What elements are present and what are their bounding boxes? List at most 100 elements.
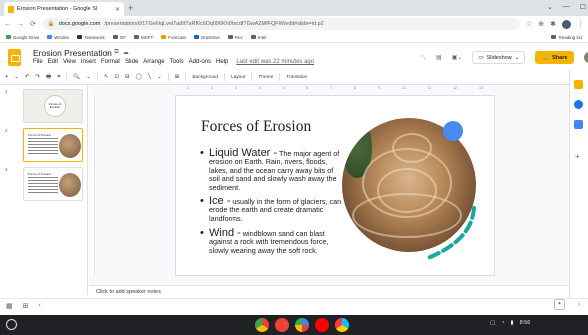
collapse-filmstrip-icon[interactable]: ‹	[39, 302, 41, 310]
theme-button[interactable]: Theme	[258, 75, 273, 80]
cloud-status-icon[interactable]: ☁	[123, 49, 129, 56]
forward-icon[interactable]: →	[17, 21, 24, 28]
add-on-plus-icon[interactable]: +	[575, 152, 580, 161]
transition-button[interactable]: Transition	[286, 75, 307, 80]
gmail-icon[interactable]	[275, 318, 289, 332]
new-tab-button[interactable]: +	[128, 3, 133, 13]
comment-add-icon[interactable]: ⊞	[175, 74, 180, 80]
comments-icon[interactable]: ▤	[436, 54, 442, 61]
reading-list[interactable]: Reading list	[551, 35, 582, 40]
extension-icon[interactable]: ⊕	[538, 20, 544, 28]
speaker-notes[interactable]: Click to add speaker notes	[89, 285, 569, 299]
move-icon[interactable]: ⧉	[114, 49, 118, 56]
tab-close-icon[interactable]: ✕	[115, 6, 120, 13]
new-slide-icon[interactable]: +	[5, 74, 8, 80]
browser-tab[interactable]: Erosion Presentation - Google Sl ✕	[4, 2, 124, 16]
menu-format[interactable]: Format	[101, 59, 120, 65]
tab-search-icon[interactable]: ⌄	[547, 3, 553, 11]
activity-icon[interactable]: 〽	[420, 53, 426, 62]
background-button[interactable]: Background	[192, 75, 218, 80]
back-icon[interactable]: ←	[4, 21, 11, 28]
slide-number: 2	[5, 128, 8, 133]
bullet-ice[interactable]: • Ice - usually in the form of glaciers,…	[200, 196, 342, 223]
bookmark-windex[interactable]: Windex	[47, 35, 69, 40]
menu-addons[interactable]: Add-ons	[189, 59, 211, 65]
star-icon[interactable]: ☆	[105, 49, 110, 56]
bookmark-google-drive[interactable]: Google Drive	[6, 35, 39, 40]
tasks-icon[interactable]	[574, 100, 583, 109]
shape-icon[interactable]: ◯	[136, 74, 142, 80]
last-edit-link[interactable]: Last edit was 22 minutes ago	[236, 59, 314, 65]
bookmark-forecast[interactable]: Forecast	[161, 35, 186, 40]
filmstrip-view-icon[interactable]: ▦	[6, 302, 13, 310]
redo-icon[interactable]: ↷	[35, 74, 40, 80]
slides-logo-icon[interactable]	[8, 49, 21, 66]
menu-edit[interactable]: Edit	[48, 59, 58, 65]
document-title[interactable]: Erosion Presentation	[33, 48, 112, 58]
new-slide-chevron-icon[interactable]: ⌄	[14, 74, 19, 80]
image-icon[interactable]: ⊟	[125, 74, 130, 80]
menu-view[interactable]: View	[63, 59, 76, 65]
textbox-icon[interactable]: ⊡	[114, 74, 119, 80]
line-icon[interactable]: ╲	[148, 74, 151, 80]
bookmark-star-icon[interactable]: ☆	[526, 20, 532, 28]
profile-avatar[interactable]	[562, 19, 571, 29]
ruler-tick: 9	[377, 86, 380, 90]
zoom-chevron-icon[interactable]: ⌄	[86, 74, 91, 80]
menu-tools[interactable]: Tools	[170, 59, 184, 65]
meet-icon[interactable]: ▣⌄	[452, 54, 463, 61]
zoom-icon[interactable]: 🔍	[73, 74, 80, 80]
header-actions: 〽 ▤ ▣⌄ ▭ Slideshow ⌄ 🔒 Share	[420, 51, 588, 64]
slide-thumbnail-3[interactable]: Forces of Erosion	[23, 167, 83, 201]
share-button[interactable]: 🔒 Share	[535, 51, 575, 64]
select-icon[interactable]: ↖	[104, 74, 109, 80]
user-avatar[interactable]	[584, 52, 588, 63]
bookmark-intel[interactable]: Intel	[250, 35, 266, 40]
bookmark-onedrive[interactable]: OneDrive	[193, 35, 220, 40]
bookmark-msft[interactable]: MSFT	[134, 35, 153, 40]
browser-menu-icon[interactable]: ⋮	[577, 20, 584, 28]
youtube-icon[interactable]	[315, 318, 329, 332]
menu-bar: File Edit View Insert Format Slide Arran…	[33, 59, 314, 65]
url-input[interactable]: 🔒 docs.google.com/presentation/d/1TGeNqL…	[41, 18, 520, 30]
thumbnail-text-lines	[28, 177, 58, 195]
speaker-notes-placeholder: Click to add speaker notes	[96, 289, 161, 295]
menu-file[interactable]: File	[33, 59, 43, 65]
menu-help[interactable]: Help	[216, 59, 228, 65]
system-tray[interactable]: ▢ ◔ ▮ 8:56	[490, 320, 530, 326]
expand-panel-icon[interactable]: ›	[578, 302, 580, 308]
bullet-liquid-water[interactable]: • Liquid Water - The major agent of eros…	[200, 148, 342, 192]
slide-title[interactable]: Forces of Erosion	[201, 118, 311, 136]
contacts-icon[interactable]	[574, 120, 583, 129]
menu-insert[interactable]: Insert	[81, 59, 96, 65]
menu-slide[interactable]: Slide	[125, 59, 138, 65]
photos-icon[interactable]	[295, 318, 309, 332]
reload-icon[interactable]: ⟳	[30, 20, 36, 28]
slide-thumbnail-1[interactable]: Forces of Erosion	[23, 89, 83, 123]
layout-button[interactable]: Layout	[231, 75, 245, 80]
wifi-icon: ◔	[501, 320, 505, 326]
minimize-icon[interactable]: —	[563, 3, 570, 11]
bookmark-teamwork[interactable]: Teamwork	[77, 35, 105, 40]
chrome-icon[interactable]	[255, 318, 269, 332]
launcher-icon[interactable]	[6, 319, 17, 330]
slideshow-button[interactable]: ▭ Slideshow ⌄	[472, 51, 526, 64]
bullet-wind[interactable]: • Wind - windblown sand can blast agains…	[200, 228, 347, 255]
bookmark-gf[interactable]: GF	[112, 35, 126, 40]
explore-button[interactable]: ✦	[554, 299, 565, 310]
ruler-tick: 13	[479, 86, 483, 90]
line-chevron-icon[interactable]: ⌄	[157, 74, 162, 80]
teal-dashed-arc-shape[interactable]	[408, 200, 488, 266]
keep-icon[interactable]	[574, 80, 583, 89]
undo-icon[interactable]: ↶	[25, 74, 30, 80]
paint-format-icon[interactable]: ⌗	[57, 74, 60, 81]
grid-view-icon[interactable]: ⊞	[23, 302, 29, 310]
play-store-icon[interactable]	[335, 318, 349, 332]
menu-arrange[interactable]: Arrange	[143, 59, 164, 65]
blue-circle-shape[interactable]	[443, 121, 463, 141]
slide-thumbnail-2[interactable]: Forces of Erosion	[23, 128, 83, 162]
puzzle-icon[interactable]: ✱	[550, 20, 556, 28]
bookmark-rec[interactable]: Rec	[227, 35, 243, 40]
maximize-icon[interactable]: ☐	[580, 3, 586, 11]
print-icon[interactable]: 🖶	[46, 73, 51, 82]
